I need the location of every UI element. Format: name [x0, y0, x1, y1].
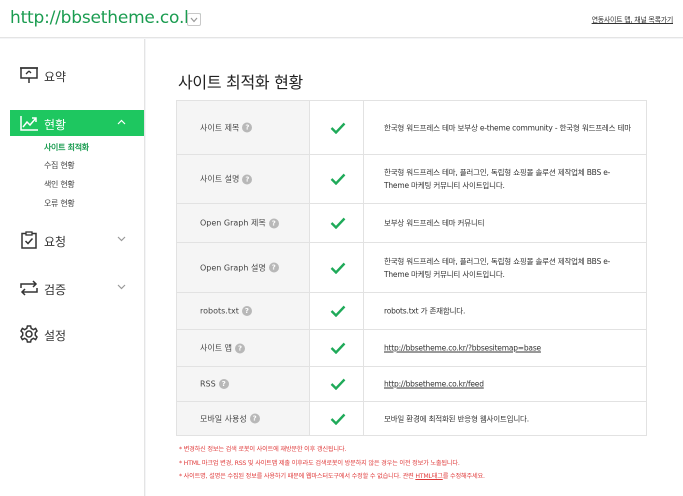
help-icon[interactable]: ?	[242, 174, 253, 184]
chevron-down-icon	[190, 17, 198, 23]
rss-feed-link[interactable]: http://bbsetheme.co.kr/feed	[384, 378, 632, 391]
check-icon	[330, 378, 346, 390]
row-label: robots.txt	[200, 306, 239, 316]
note-line: * 사이트명, 설명은 수집된 정보를 사용하기 때문에 웹마스터도구에서 수정…	[179, 473, 485, 480]
gear-icon	[20, 325, 38, 343]
subnav-item-site-optimization[interactable]: 사이트 최적화	[44, 142, 89, 153]
check-icon	[330, 262, 346, 274]
table-row: RSS? http://bbsetheme.co.kr/feed	[176, 367, 647, 402]
chevron-down-icon	[117, 236, 126, 242]
help-icon[interactable]: ?	[268, 262, 279, 273]
sidebar-item-label: 설정	[44, 329, 67, 343]
top-header: http://bbsetheme.co.kr 연동사이트 맵, 채널 목록가기	[0, 0, 683, 38]
row-label: 사이트 맵	[200, 343, 232, 353]
help-icon[interactable]: ?	[242, 122, 253, 133]
table-row: 모바일 사용성? 모바일 환경에 최적화된 반응형 웹사이트입니다.	[176, 402, 647, 436]
row-label: 사이트 제목	[200, 123, 240, 132]
presentation-icon	[20, 67, 38, 83]
sidebar-item-label: 요약	[44, 70, 67, 84]
table-row: Open Graph 제목? 보부상 워드프레스 테마 커뮤니티	[176, 204, 647, 243]
html-tag-link[interactable]: HTML태그	[415, 473, 443, 480]
sidebar-item-settings[interactable]: 설정	[10, 321, 144, 347]
note-line: * 변경하신 정보는 검색 로봇이 사이트에 재방문한 이후 갱신됩니다.	[179, 446, 347, 453]
check-icon	[330, 413, 346, 425]
sidebar-item-status[interactable]: 현황	[10, 110, 144, 136]
chevron-up-icon	[117, 119, 126, 125]
site-url[interactable]: http://bbsetheme.co.kr	[10, 8, 201, 28]
main-content: 사이트 최적화 현황 사이트 제목? 한국형 워드프레스 테마 보부상 e-th…	[146, 39, 683, 496]
table-row: 사이트 제목? 한국형 워드프레스 테마 보부상 e-theme communi…	[176, 101, 647, 155]
sidebar-item-label: 현황	[44, 118, 67, 132]
optimization-table: 사이트 제목? 한국형 워드프레스 테마 보부상 e-theme communi…	[176, 100, 647, 436]
row-value: 한국형 워드프레스 테마, 플러그인, 독립형 쇼핑몰 솔루션 제작업체 BBS…	[384, 256, 611, 279]
row-value: 보부상 워드프레스 테마 커뮤니티	[384, 218, 485, 228]
row-value: 한국형 워드프레스 테마, 플러그인, 독립형 쇼핑몰 솔루션 제작업체 BBS…	[384, 168, 611, 190]
check-icon	[330, 122, 346, 134]
row-label: RSS	[200, 379, 216, 389]
check-icon	[330, 173, 346, 185]
help-icon[interactable]: ?	[249, 413, 260, 424]
chevron-down-icon	[117, 284, 126, 290]
row-label: Open Graph 제목	[200, 218, 266, 228]
notes: * 변경하신 정보는 검색 로봇이 사이트에 재방문한 이후 갱신됩니다. * …	[179, 443, 485, 484]
note-line: * HTML 마크업 변경, RSS 및 사이트맵 제출 이후라도 검색로봇이 …	[179, 459, 460, 467]
row-label: 모바일 사용성	[200, 414, 247, 423]
site-list-link[interactable]: 연동사이트 맵, 채널 목록가기	[592, 15, 674, 25]
sidebar-item-verify[interactable]: 검증	[10, 275, 144, 301]
sidebar: 요약 현황 사이트 최적화 수집 현황 색인 현황 오류 현황 요청 검증 설정	[0, 39, 145, 496]
page-title: 사이트 최적화 현황	[178, 73, 303, 92]
sitemap-link[interactable]: http://bbsetheme.co.kr/?bbsesitemap=base	[384, 342, 632, 355]
row-value: 한국형 워드프레스 테마 보부상 e-theme community - 한국형…	[384, 123, 631, 132]
site-select-dropdown[interactable]	[187, 13, 201, 26]
subnav-item-crawl-status[interactable]: 수집 현황	[44, 160, 75, 171]
clipboard-check-icon	[21, 231, 37, 249]
table-row: Open Graph 설명? 한국형 워드프레스 테마, 플러그인, 독립형 쇼…	[176, 243, 647, 293]
row-value: robots.txt 가 존재합니다.	[384, 306, 466, 316]
table-row: 사이트 맵? http://bbsetheme.co.kr/?bbsesitem…	[176, 330, 647, 367]
row-label: 사이트 설명	[200, 174, 240, 184]
check-icon	[330, 217, 346, 229]
row-label: Open Graph 설명	[200, 263, 266, 272]
row-value: 모바일 환경에 최적화된 반응형 웹사이트입니다.	[384, 414, 529, 423]
table-row: 사이트 설명? 한국형 워드프레스 테마, 플러그인, 독립형 쇼핑몰 솔루션 …	[176, 155, 647, 204]
sync-arrows-icon	[20, 280, 38, 296]
help-icon[interactable]: ?	[234, 343, 245, 353]
check-icon	[330, 305, 346, 317]
check-icon	[330, 342, 346, 354]
help-icon[interactable]: ?	[218, 379, 229, 389]
help-icon[interactable]: ?	[268, 218, 279, 228]
sidebar-item-label: 검증	[44, 283, 67, 297]
trend-chart-icon	[20, 116, 38, 131]
subnav-item-error-status[interactable]: 오류 현황	[44, 198, 75, 209]
sidebar-item-request[interactable]: 요청	[10, 227, 144, 253]
help-icon[interactable]: ?	[241, 306, 252, 316]
sidebar-item-label: 요청	[44, 235, 67, 249]
table-row: robots.txt? robots.txt 가 존재합니다.	[176, 293, 647, 330]
sidebar-item-summary[interactable]: 요약	[10, 62, 144, 88]
subnav-item-index-status[interactable]: 색인 현황	[44, 179, 75, 190]
